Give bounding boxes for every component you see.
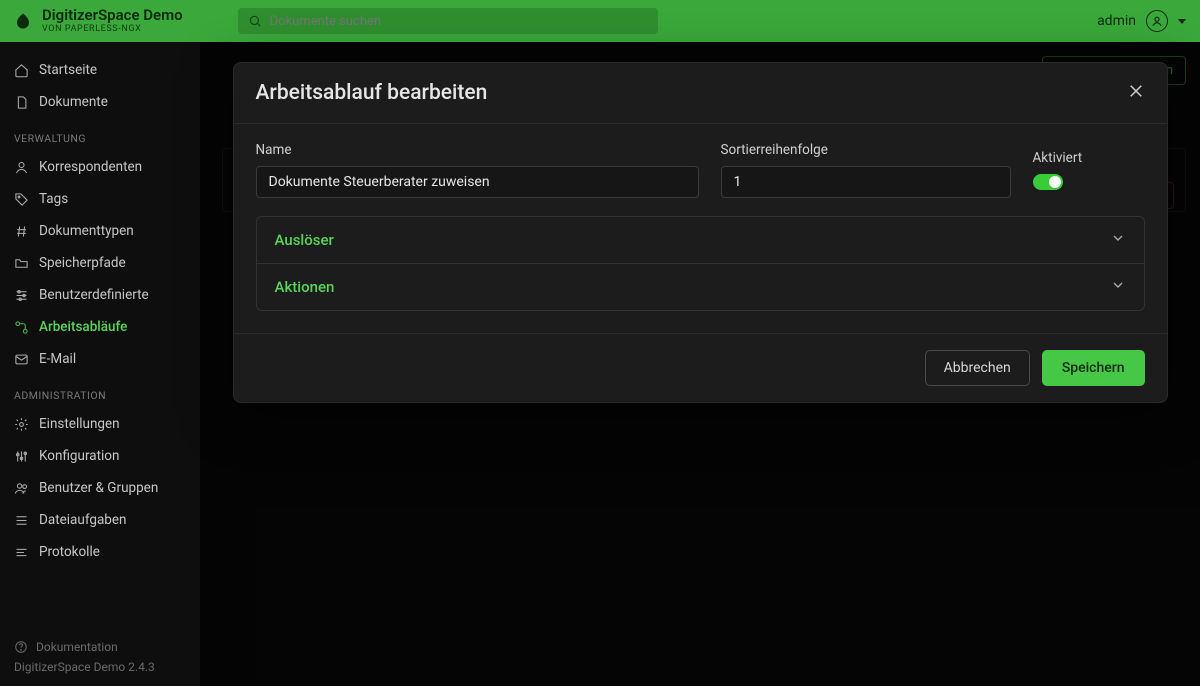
person-icon — [14, 160, 29, 175]
chevron-down-icon — [1178, 19, 1186, 24]
topbar: DigitizerSpace Demo VON PAPERLESS-NGX ad… — [0, 0, 1200, 42]
name-label: Name — [256, 142, 699, 158]
sidebar-item-einstellungen[interactable]: Einstellungen — [0, 408, 200, 440]
sort-input[interactable] — [721, 166, 1011, 198]
field-enabled: Aktiviert — [1033, 150, 1145, 198]
doc-label: Dokumentation — [36, 640, 118, 654]
sidebar-item-dokumente[interactable]: Dokumente — [0, 86, 200, 118]
close-icon — [1127, 82, 1145, 100]
enabled-label: Aktiviert — [1033, 150, 1145, 166]
tag-icon — [14, 192, 29, 207]
accordion-header-aktionen[interactable]: Aktionen — [257, 264, 1144, 310]
sidebar-item-label: Einstellungen — [39, 416, 120, 432]
sidebar-item-label: E-Mail — [39, 351, 76, 367]
sidebar-item-label: Korrespondenten — [39, 159, 142, 175]
sidebar-item-korrespondenten[interactable]: Korrespondenten — [0, 151, 200, 183]
modal-header: Arbeitsablauf bearbeiten — [234, 63, 1167, 124]
workflow-icon — [14, 320, 29, 335]
brand-subtitle: VON PAPERLESS-NGX — [42, 24, 183, 34]
sidebar-item-speicherpfade[interactable]: Speicherpfade — [0, 247, 200, 279]
search-icon — [248, 14, 262, 28]
brand: DigitizerSpace Demo VON PAPERLESS-NGX — [42, 8, 183, 34]
home-icon — [14, 63, 29, 78]
workflow-edit-modal: Arbeitsablauf bearbeiten Name Sortierrei… — [233, 62, 1168, 403]
sidebar-footer: Dokumentation DigitizerSpace Demo 2.4.3 — [0, 630, 200, 686]
cancel-button[interactable]: Abbrechen — [925, 350, 1030, 386]
users-icon — [14, 481, 29, 496]
enabled-toggle[interactable] — [1033, 174, 1063, 190]
sidebar-item-startseite[interactable]: Startseite — [0, 54, 200, 86]
sidebar-doc-link[interactable]: Dokumentation — [14, 640, 186, 654]
field-sort: Sortierreihenfolge — [721, 142, 1011, 198]
sidebar-item-email[interactable]: E-Mail — [0, 343, 200, 375]
config-icon — [14, 449, 29, 464]
brand-leaf-icon — [14, 12, 32, 30]
modal-body: Name Sortierreihenfolge Aktiviert — [234, 124, 1167, 333]
accordion-title: Auslöser — [275, 231, 334, 249]
search-box[interactable] — [238, 8, 658, 34]
sidebar-item-label: Benutzer & Gruppen — [39, 480, 158, 496]
search-input[interactable] — [270, 14, 648, 29]
sidebar-item-label: Speicherpfade — [39, 255, 126, 271]
sidebar-item-benutzer-gruppen[interactable]: Benutzer & Gruppen — [0, 472, 200, 504]
sidebar-item-benutzerdefinierte[interactable]: Benutzerdefinierte — [0, 279, 200, 311]
chevron-down-icon — [1110, 230, 1126, 250]
folder-icon — [14, 256, 29, 271]
accordion-item-ausloser: Auslöser — [257, 217, 1144, 264]
modal-title: Arbeitsablauf bearbeiten — [256, 81, 488, 105]
log-icon — [14, 545, 29, 560]
sidebar-item-label: Arbeitsabläufe — [39, 319, 127, 335]
field-name: Name — [256, 142, 699, 198]
sidebar-item-dokumenttypen[interactable]: Dokumenttypen — [0, 215, 200, 247]
sidebar-item-label: Dokumente — [39, 94, 108, 110]
brand-title: DigitizerSpace Demo — [42, 8, 183, 23]
sidebar-item-label: Startseite — [39, 62, 97, 78]
sliders-icon — [14, 288, 29, 303]
sidebar: Startseite Dokumente VERWALTUNG Korrespo… — [0, 42, 200, 686]
modal-backdrop: Arbeitsablauf bearbeiten Name Sortierrei… — [200, 42, 1200, 686]
sidebar-section-admin: ADMINISTRATION — [0, 375, 200, 408]
sidebar-item-arbeitsablaufe[interactable]: Arbeitsabläufe — [0, 311, 200, 343]
accordion-title: Aktionen — [275, 278, 335, 296]
sidebar-item-protokolle[interactable]: Protokolle — [0, 536, 200, 568]
user-menu[interactable]: admin — [1097, 10, 1186, 32]
sidebar-item-label: Konfiguration — [39, 448, 119, 464]
username: admin — [1097, 13, 1136, 29]
chevron-down-icon — [1110, 277, 1126, 297]
mail-icon — [14, 352, 29, 367]
sidebar-item-tags[interactable]: Tags — [0, 183, 200, 215]
accordion-header-ausloser[interactable]: Auslöser — [257, 217, 1144, 263]
list-icon — [14, 513, 29, 528]
sidebar-item-label: Dateiaufgaben — [39, 512, 127, 528]
avatar-icon — [1146, 10, 1168, 32]
close-button[interactable] — [1127, 82, 1145, 104]
version-label: DigitizerSpace Demo 2.4.3 — [14, 660, 186, 674]
save-button[interactable]: Speichern — [1042, 350, 1145, 386]
main-content: itsablauf hinzufügen en Löschen Arbeitsa… — [200, 42, 1200, 686]
sort-label: Sortierreihenfolge — [721, 142, 1011, 158]
sidebar-section-verwaltung: VERWALTUNG — [0, 118, 200, 151]
accordion: Auslöser Aktionen — [256, 216, 1145, 311]
accordion-item-aktionen: Aktionen — [257, 264, 1144, 310]
sidebar-item-dateiaufgaben[interactable]: Dateiaufgaben — [0, 504, 200, 536]
name-input[interactable] — [256, 166, 699, 198]
sidebar-item-konfiguration[interactable]: Konfiguration — [0, 440, 200, 472]
sidebar-item-label: Protokolle — [39, 544, 100, 560]
hash-icon — [14, 224, 29, 239]
help-icon — [14, 640, 28, 654]
sidebar-item-label: Benutzerdefinierte — [39, 287, 149, 303]
modal-footer: Abbrechen Speichern — [234, 333, 1167, 402]
sidebar-item-label: Dokumenttypen — [39, 223, 134, 239]
document-icon — [14, 95, 29, 110]
sidebar-item-label: Tags — [39, 191, 68, 207]
gear-icon — [14, 417, 29, 432]
